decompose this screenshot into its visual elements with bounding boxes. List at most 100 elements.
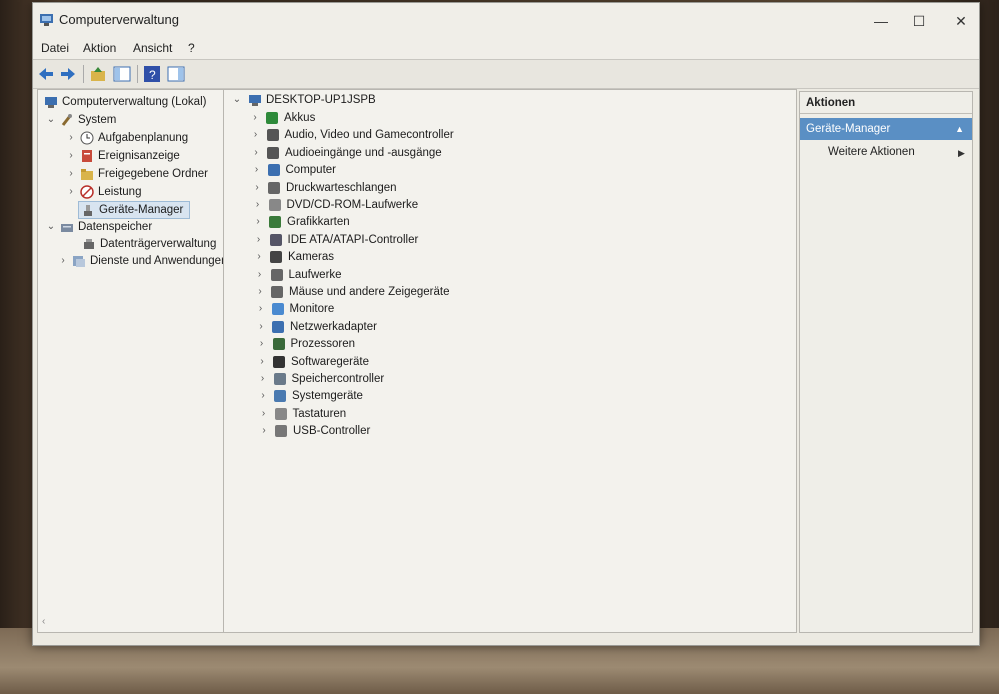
- show-hide-action-pane-icon[interactable]: [167, 65, 185, 83]
- audio-io-icon: [267, 146, 279, 159]
- toolbar: ?: [33, 59, 979, 89]
- back-arrow-icon[interactable]: [37, 65, 55, 83]
- console-tree-pane: Computerverwaltung (Lokal) ⌄ System › Au…: [37, 89, 247, 633]
- computer-management-window: Computerverwaltung — ☐ ✕ Datei Aktion An…: [32, 2, 980, 646]
- close-button[interactable]: ✕: [943, 10, 979, 32]
- minimize-button[interactable]: —: [863, 10, 899, 32]
- chevron-right-icon[interactable]: ›: [258, 371, 268, 387]
- up-folder-icon[interactable]: [89, 65, 107, 83]
- drive-icon: [270, 268, 283, 281]
- services-icon: [73, 256, 85, 267]
- chevron-right-icon[interactable]: ›: [66, 148, 76, 164]
- tree-node-label: Leistung: [98, 186, 142, 198]
- actions-header: Aktionen: [800, 92, 972, 114]
- chevron-right-icon[interactable]: ›: [256, 319, 266, 335]
- chevron-right-icon[interactable]: ›: [250, 110, 260, 126]
- storage-icon: [61, 224, 73, 232]
- chevron-right-icon[interactable]: ›: [66, 130, 76, 146]
- device-category-label: Monitore: [289, 303, 335, 316]
- tree-node-label: Dienste und Anwendungen: [90, 255, 228, 267]
- menu-bar: Datei Aktion Ansicht ?: [33, 37, 979, 59]
- chevron-right-icon[interactable]: ›: [257, 336, 267, 352]
- chevron-right-icon[interactable]: ›: [257, 354, 267, 370]
- title-bar[interactable]: Computerverwaltung — ☐ ✕: [33, 3, 979, 37]
- printer-icon: [268, 181, 280, 194]
- chevron-right-icon[interactable]: ›: [259, 406, 269, 422]
- menu-help[interactable]: ?: [188, 41, 195, 55]
- chevron-right-icon[interactable]: ›: [66, 184, 76, 200]
- display-adapter-icon: [269, 216, 281, 229]
- help-icon[interactable]: ?: [143, 65, 161, 83]
- device-root-label: DESKTOP-UP1JSPB: [266, 94, 376, 106]
- device-category-label: Audioeingänge und -ausgänge: [285, 146, 442, 159]
- device-category-label: Softwaregeräte: [291, 355, 369, 368]
- shared-folder-icon: [81, 169, 93, 180]
- device-category-label: Kameras: [288, 251, 335, 264]
- device-category-label: USB-Controller: [293, 425, 371, 438]
- dvd-icon: [268, 199, 281, 211]
- tree-node-geraete-manager[interactable]: Geräte-Manager: [78, 201, 190, 219]
- show-hide-console-tree-icon[interactable]: [113, 65, 131, 83]
- actions-selected-item[interactable]: Geräte-Manager ▲: [800, 118, 972, 140]
- device-category-label: IDE ATA/ATAPI-Controller: [287, 233, 419, 246]
- device-category-label: Prozessoren: [290, 338, 356, 351]
- chevron-right-icon[interactable]: ›: [66, 166, 76, 182]
- forward-arrow-icon[interactable]: [59, 65, 77, 83]
- computer-icon: [249, 95, 261, 106]
- tree-node-label: Freigegebene Ordner: [98, 168, 208, 180]
- tree-node-label: Computerverwaltung (Lokal): [62, 96, 207, 108]
- chevron-right-icon[interactable]: ›: [251, 145, 261, 161]
- more-actions-item[interactable]: Weitere Aktionen: [828, 146, 915, 158]
- chevron-down-icon[interactable]: ⌄: [46, 112, 56, 128]
- usb-icon: [275, 425, 287, 438]
- computer-management-icon: [45, 97, 57, 108]
- chevron-right-icon[interactable]: ›: [259, 423, 269, 439]
- chevron-down-icon[interactable]: ⌄: [46, 219, 56, 235]
- tree-node-label: System: [78, 114, 117, 126]
- actions-pane: Aktionen Geräte-Manager ▲ Weitere Aktion…: [799, 91, 973, 633]
- horizontal-scrollbar[interactable]: ‹›: [42, 616, 242, 628]
- tree-node-label: Ereignisanzeige: [98, 150, 180, 162]
- battery-icon: [266, 112, 278, 124]
- chevron-right-icon[interactable]: ›: [255, 284, 265, 300]
- device-tree-pane: ⌄ DESKTOP-UP1JSPB › Akkus › Audio, Video un…: [223, 89, 797, 633]
- system-device-icon: [274, 390, 286, 403]
- menu-datei[interactable]: Datei: [41, 41, 69, 55]
- processor-icon: [272, 338, 285, 351]
- chevron-down-icon[interactable]: ⌄: [232, 92, 242, 108]
- chevron-right-icon[interactable]: ›: [253, 214, 263, 230]
- monitor-icon: [271, 303, 284, 316]
- collapse-arrow-icon[interactable]: ▲: [955, 118, 964, 140]
- keyboard-icon: [274, 407, 287, 420]
- menu-ansicht[interactable]: Ansicht: [133, 41, 172, 55]
- more-actions-label: Weitere Aktionen: [828, 146, 915, 158]
- device-category-label: Tastaturen: [292, 407, 347, 420]
- tree-node-label: Geräte-Manager: [99, 204, 184, 216]
- chevron-right-icon[interactable]: ›: [58, 253, 68, 269]
- device-category-label: DVD/CD-ROM-Laufwerke: [286, 199, 419, 211]
- device-category-label: Grafikkarten: [287, 216, 350, 229]
- camera-icon: [270, 251, 282, 264]
- device-category-label: Laufwerke: [288, 268, 342, 281]
- submenu-arrow-icon: ▶: [958, 148, 965, 158]
- menu-aktion[interactable]: Aktion: [83, 41, 116, 55]
- chevron-right-icon[interactable]: ›: [252, 162, 262, 178]
- tree-node-label: Datenspeicher: [78, 221, 153, 233]
- svg-text:?: ?: [149, 68, 156, 82]
- device-category-label: Akkus: [284, 112, 316, 124]
- chevron-right-icon[interactable]: ›: [253, 197, 263, 213]
- mouse-icon: [271, 286, 283, 298]
- chevron-right-icon[interactable]: ›: [256, 301, 266, 317]
- chevron-right-icon[interactable]: ›: [251, 127, 261, 143]
- chevron-right-icon[interactable]: ›: [254, 232, 264, 248]
- chevron-right-icon[interactable]: ›: [258, 388, 268, 404]
- audio-icon: [266, 129, 279, 142]
- device-category-label: Speichercontroller: [291, 373, 385, 385]
- maximize-button[interactable]: ☐: [901, 10, 937, 32]
- chevron-right-icon[interactable]: ›: [255, 267, 265, 283]
- device-category-label: Mäuse und andere Zeigegeräte: [289, 286, 450, 298]
- computer-management-icon: [40, 14, 53, 26]
- chevron-right-icon[interactable]: ›: [254, 249, 264, 265]
- toolbar-separator: [137, 65, 138, 83]
- chevron-right-icon[interactable]: ›: [252, 180, 262, 196]
